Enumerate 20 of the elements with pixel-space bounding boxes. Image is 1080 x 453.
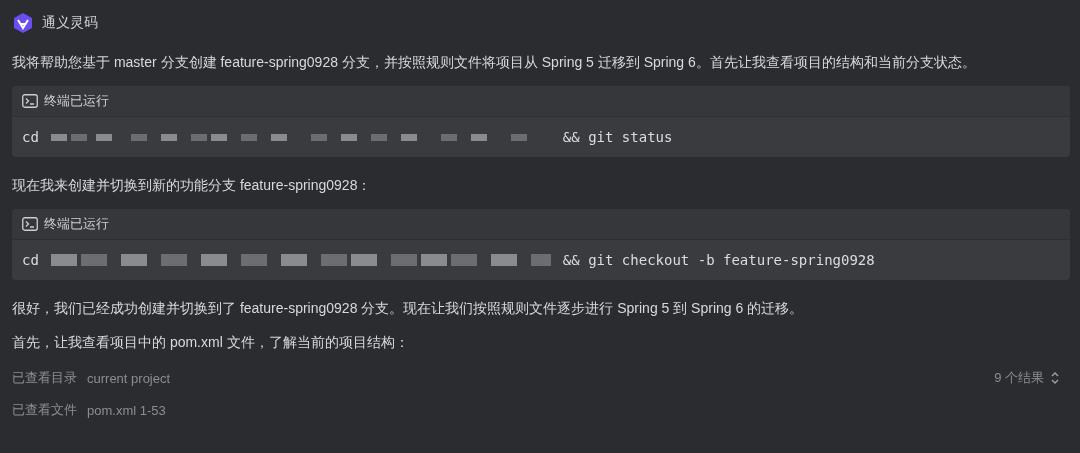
action-label: 已查看文件 [12, 401, 77, 419]
result-count: 9 个结果 [994, 369, 1044, 387]
command-text: cd [22, 252, 39, 268]
action-target: current project [87, 370, 171, 386]
terminal-status: 终端已运行 [44, 215, 109, 233]
command-text: && git checkout -b feature-spring0928 [562, 252, 875, 268]
message-text: 我将帮助您基于 master 分支创建 feature-spring0928 分支，并按照规则文件将项目从 Spring 5 迁移到 Spring 6。首先让我查看项目的结构和当前分支状态。 [12, 53, 977, 72]
terminal-icon [22, 94, 38, 108]
command-text: && git status [562, 129, 673, 145]
expand-collapse-icon[interactable] [1050, 371, 1060, 385]
command-text: cd [22, 129, 39, 145]
terminal-status: 终端已运行 [44, 92, 109, 110]
action-target: pom.xml 1-53 [87, 402, 166, 418]
message-text: 现在我来创建并切换到新的功能分支 feature-spring0928： [12, 176, 373, 195]
terminal-icon [22, 217, 38, 231]
action-label: 已查看目录 [12, 369, 77, 387]
logo-icon [12, 12, 34, 34]
message-text: 首先，让我查看项目中的 pom.xml 文件，了解当前的项目结构： [12, 333, 410, 352]
message-text: 很好，我们已经成功创建并切换到了 feature-spring0928 分支。现在让我们按照规则文件逐步进行 Spring 5 到 Spring 6 的迁移。 [12, 299, 805, 318]
assistant-name: 通义灵码 [42, 14, 98, 32]
